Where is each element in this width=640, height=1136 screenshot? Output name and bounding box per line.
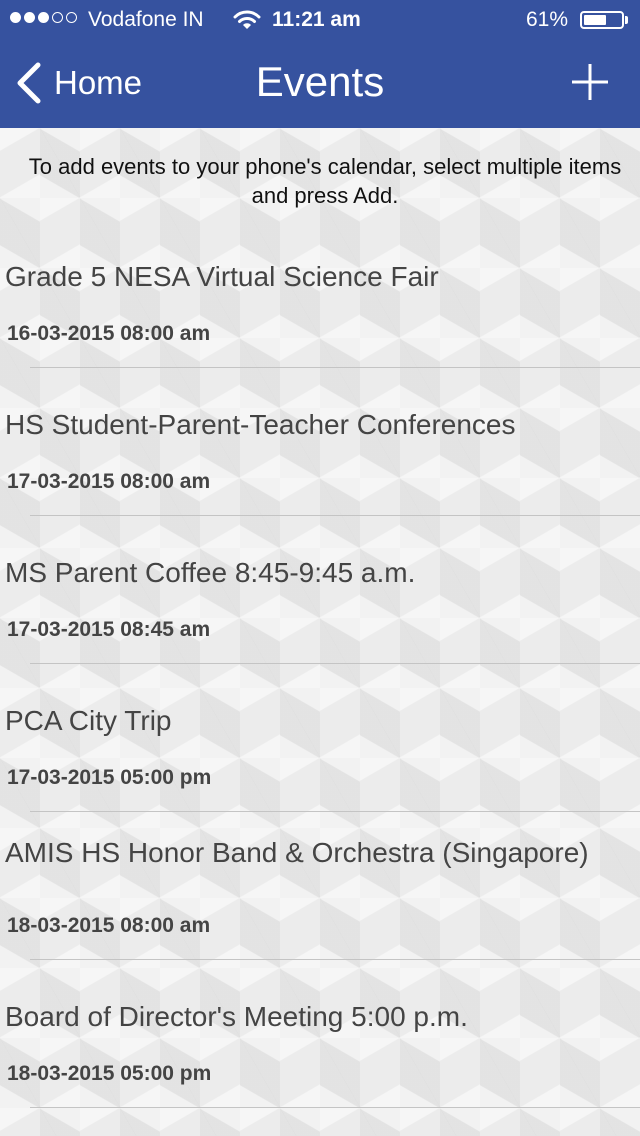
divider: [30, 367, 640, 368]
list-item[interactable]: AMIS HS Honor Band & Orchestra (Singapor…: [0, 822, 640, 970]
list-item[interactable]: Grade 5 NESA Virtual Science Fair 16-03-…: [0, 230, 640, 378]
carrier-name: Vodafone IN: [88, 8, 204, 31]
signal-dot: [66, 12, 77, 23]
divider: [30, 959, 640, 960]
battery-percentage: 61%: [526, 8, 569, 31]
signal-dot: [10, 12, 21, 23]
instructions-text: To add events to your phone's calendar, …: [28, 154, 622, 208]
event-title: AMIS HS Honor Band & Orchestra (Singapor…: [5, 837, 589, 868]
event-title: Board of Director's Meeting 5:00 p.m.: [5, 1001, 468, 1032]
wifi-icon: [233, 10, 261, 29]
event-title: PCA City Trip: [5, 705, 172, 736]
event-date: 16-03-2015 08:00 am: [7, 322, 211, 345]
signal-strength-icon: [10, 12, 77, 23]
battery-cap: [625, 16, 628, 24]
event-date: 17-03-2015 05:00 pm: [7, 766, 212, 789]
event-title: Grade 5 NESA Virtual Science Fair: [5, 261, 439, 292]
list-item[interactable]: PCA City Trip 17-03-2015 05:00 pm: [0, 674, 640, 822]
battery-fill: [584, 15, 606, 25]
plus-icon[interactable]: [568, 60, 612, 104]
event-date: 18-03-2015 08:00 am: [7, 914, 211, 937]
divider: [30, 515, 640, 516]
list-item[interactable]: Board of Director's Meeting 5:00 p.m. 18…: [0, 970, 640, 1118]
back-label: Home: [54, 64, 143, 101]
event-date: 17-03-2015 08:45 am: [7, 618, 211, 641]
divider: [30, 1107, 640, 1108]
event-list: Grade 5 NESA Virtual Science Fair 16-03-…: [0, 230, 640, 1118]
signal-dot: [38, 12, 49, 23]
events-content: To add events to your phone's calendar, …: [0, 128, 640, 1136]
event-date: 18-03-2015 05:00 pm: [7, 1062, 212, 1085]
signal-dot: [24, 12, 35, 23]
battery-icon: [580, 11, 624, 29]
status-bar: Vodafone IN 11:21 am 61%: [0, 0, 640, 40]
chevron-left-icon: [17, 62, 41, 104]
signal-dot: [52, 12, 63, 23]
event-date: 17-03-2015 08:00 am: [7, 470, 211, 493]
divider: [30, 663, 640, 664]
back-button[interactable]: Home: [14, 58, 142, 108]
list-item[interactable]: HS Student-Parent-Teacher Conferences 17…: [0, 378, 640, 526]
event-title: MS Parent Coffee 8:45-9:45 a.m.: [5, 557, 416, 588]
divider: [30, 811, 640, 812]
event-title: HS Student-Parent-Teacher Conferences: [5, 409, 516, 440]
list-item[interactable]: MS Parent Coffee 8:45-9:45 a.m. 17-03-20…: [0, 526, 640, 674]
status-time: 11:21 am: [272, 8, 361, 31]
navigation-header: Vodafone IN 11:21 am 61% Home Events: [0, 0, 640, 128]
